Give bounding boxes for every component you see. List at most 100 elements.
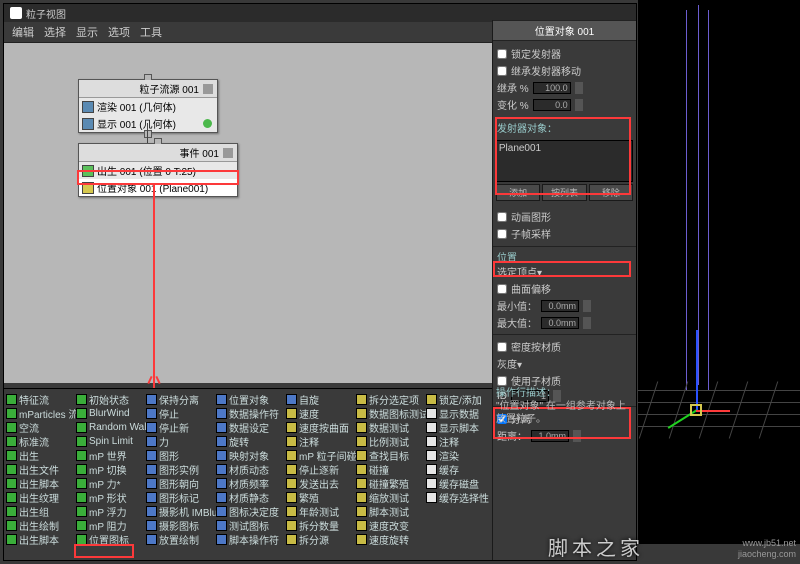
checkbox-icon[interactable]	[497, 376, 507, 386]
depot-op[interactable]: 速度改变	[356, 518, 426, 532]
rollup-icon[interactable]	[223, 148, 233, 158]
depot-op[interactable]: 脚本测试	[356, 504, 426, 518]
depot-op[interactable]: 脚本操作符	[216, 532, 286, 546]
spinner-arrows-icon[interactable]	[583, 317, 591, 329]
depot-op[interactable]: 锁定/添加	[426, 392, 496, 406]
depot-op[interactable]: 出生组	[6, 504, 76, 518]
depot-op[interactable]: 力	[146, 434, 216, 448]
depot-op[interactable]: 测试图标	[216, 518, 286, 532]
spinner-max[interactable]: 最大值：0.0mm	[497, 315, 632, 330]
depot-op[interactable]: 放置绘制	[146, 532, 216, 546]
depot-op[interactable]: 停止逐新	[286, 462, 356, 476]
node-pf-source[interactable]: 粒子流源 001 渲染 001 (几何体) 显示 001 (几何体)	[78, 79, 218, 133]
depot-op[interactable]: 空流	[6, 420, 76, 434]
menu-item-options[interactable]: 选项	[108, 24, 130, 40]
depot-op[interactable]: 出生绘制	[6, 518, 76, 532]
depot-op[interactable]: 出生	[6, 448, 76, 462]
spinner-arrows-icon[interactable]	[583, 300, 591, 312]
depot-op[interactable]: 摄影图标	[146, 518, 216, 532]
check-subframe-sampling[interactable]: 子帧采样	[497, 226, 632, 241]
spinner-min[interactable]: 最小值：0.0mm	[497, 298, 632, 313]
depot-op[interactable]: 停止	[146, 406, 216, 420]
depot-op[interactable]: 位置对象	[216, 392, 286, 406]
depot-op[interactable]: 出生脚本	[6, 532, 76, 546]
depot-op[interactable]: 出生脚本	[6, 476, 76, 490]
depot-op[interactable]: Spin Limit	[76, 434, 146, 448]
axis-z-icon[interactable]	[696, 330, 698, 410]
check-lock-emitter[interactable]: 锁定发射器	[497, 46, 632, 61]
check-anim-shape[interactable]: 动画图形	[497, 209, 632, 224]
depot-op[interactable]: 显示脚本	[426, 420, 496, 434]
checkbox-icon[interactable]	[497, 212, 507, 222]
spinner-arrows-icon[interactable]	[575, 82, 583, 94]
node-port-out[interactable]	[144, 130, 152, 138]
spinner-value[interactable]: 0.0mm	[541, 300, 579, 312]
depot-op[interactable]: mP 浮力	[76, 504, 146, 518]
depot-op[interactable]: 数据测试	[356, 420, 426, 434]
depot-op[interactable]: Random Walk	[76, 420, 146, 434]
depot-op[interactable]: 缓存	[426, 462, 496, 476]
depot-op[interactable]: 比例测试	[356, 434, 426, 448]
checkbox-icon[interactable]	[497, 49, 507, 59]
depot-op[interactable]: 摄影机 IMBlur	[146, 504, 216, 518]
checkbox-icon[interactable]	[497, 284, 507, 294]
menu-item-display[interactable]: 显示	[76, 24, 98, 40]
depot-op[interactable]: 保持分离	[146, 392, 216, 406]
depot-op[interactable]: 出生纹理	[6, 490, 76, 504]
depot-op[interactable]: 数据操作符	[216, 406, 286, 420]
checkbox-icon[interactable]	[497, 66, 507, 76]
depot-op[interactable]: 渲染	[426, 448, 496, 462]
check-density-by-mat[interactable]: 密度按材质	[497, 339, 632, 354]
depot-op[interactable]: 缓存磁盘	[426, 476, 496, 490]
depot-op[interactable]: 图形	[146, 448, 216, 462]
depot-op[interactable]: 数据设定	[216, 420, 286, 434]
depot-op[interactable]: 年龄测试	[286, 504, 356, 518]
depot-op[interactable]: mP 世界	[76, 448, 146, 462]
spinner-value[interactable]: 100.0	[533, 82, 571, 94]
depot-op[interactable]: 图形实例	[146, 462, 216, 476]
depot-op[interactable]: 缩放测试	[356, 490, 426, 504]
depot-op[interactable]: 材质频率	[216, 476, 286, 490]
depot-op[interactable]: 发送出去	[286, 476, 356, 490]
depot-op[interactable]: BlurWind	[76, 406, 146, 420]
node-row-render[interactable]: 渲染 001 (几何体)	[79, 98, 217, 115]
depot-op[interactable]: 图标决定度	[216, 504, 286, 518]
depot-op[interactable]: mP 阻力	[76, 518, 146, 532]
depot-op[interactable]: 停止新	[146, 420, 216, 434]
depot-op[interactable]: 速度旋转	[356, 532, 426, 546]
depot-op[interactable]: 标准流	[6, 434, 76, 448]
check-use-submat[interactable]: 使用子材质	[497, 373, 632, 388]
depot-op[interactable]: 映射对象	[216, 448, 286, 462]
rollup-icon[interactable]	[203, 84, 213, 94]
depot-op[interactable]: 拆分源	[286, 532, 356, 546]
depot-op[interactable]: 注释	[426, 434, 496, 448]
depot-op[interactable]: 注释	[286, 434, 356, 448]
spinner-arrows-icon[interactable]	[575, 99, 583, 111]
spinner-value[interactable]: 0.0mm	[541, 317, 579, 329]
depot-op[interactable]: 出生文件	[6, 462, 76, 476]
spinner-inherit-pct[interactable]: 继承 %100.0	[497, 80, 632, 95]
depot-op[interactable]: 自旋	[286, 392, 356, 406]
check-inherit-move[interactable]: 继承发射器移动	[497, 63, 632, 78]
depot-op[interactable]: mP 切换	[76, 462, 146, 476]
depot-op[interactable]: mParticles 流	[6, 406, 76, 420]
depot-op[interactable]: mP 粒子间碰撞	[286, 448, 356, 462]
node-header[interactable]: 粒子流源 001	[79, 80, 217, 98]
rollout-header-main[interactable]: 位置对象 001	[493, 20, 636, 41]
menu-item-tools[interactable]: 工具	[140, 24, 162, 40]
depot-op[interactable]: 旋转	[216, 434, 286, 448]
depot-op[interactable]: 材质静态	[216, 490, 286, 504]
checkbox-icon[interactable]	[497, 229, 507, 239]
check-surface-offset[interactable]: 曲面偏移	[497, 281, 632, 296]
depot-op[interactable]: 速度	[286, 406, 356, 420]
depot-op[interactable]: 繁殖	[286, 490, 356, 504]
select-density[interactable]: 灰度▾	[497, 356, 632, 371]
depot-op[interactable]: 拆分数量	[286, 518, 356, 532]
depot-op[interactable]: 碰撞繁殖	[356, 476, 426, 490]
depot-op[interactable]: 显示数据	[426, 406, 496, 420]
spinner-variation[interactable]: 变化 %0.0	[497, 97, 632, 112]
depot-op[interactable]: mP 形状	[76, 490, 146, 504]
spinner-value[interactable]: 0.0	[533, 99, 571, 111]
depot-op[interactable]: 特征流	[6, 392, 76, 406]
depot-op[interactable]: 碰撞	[356, 462, 426, 476]
